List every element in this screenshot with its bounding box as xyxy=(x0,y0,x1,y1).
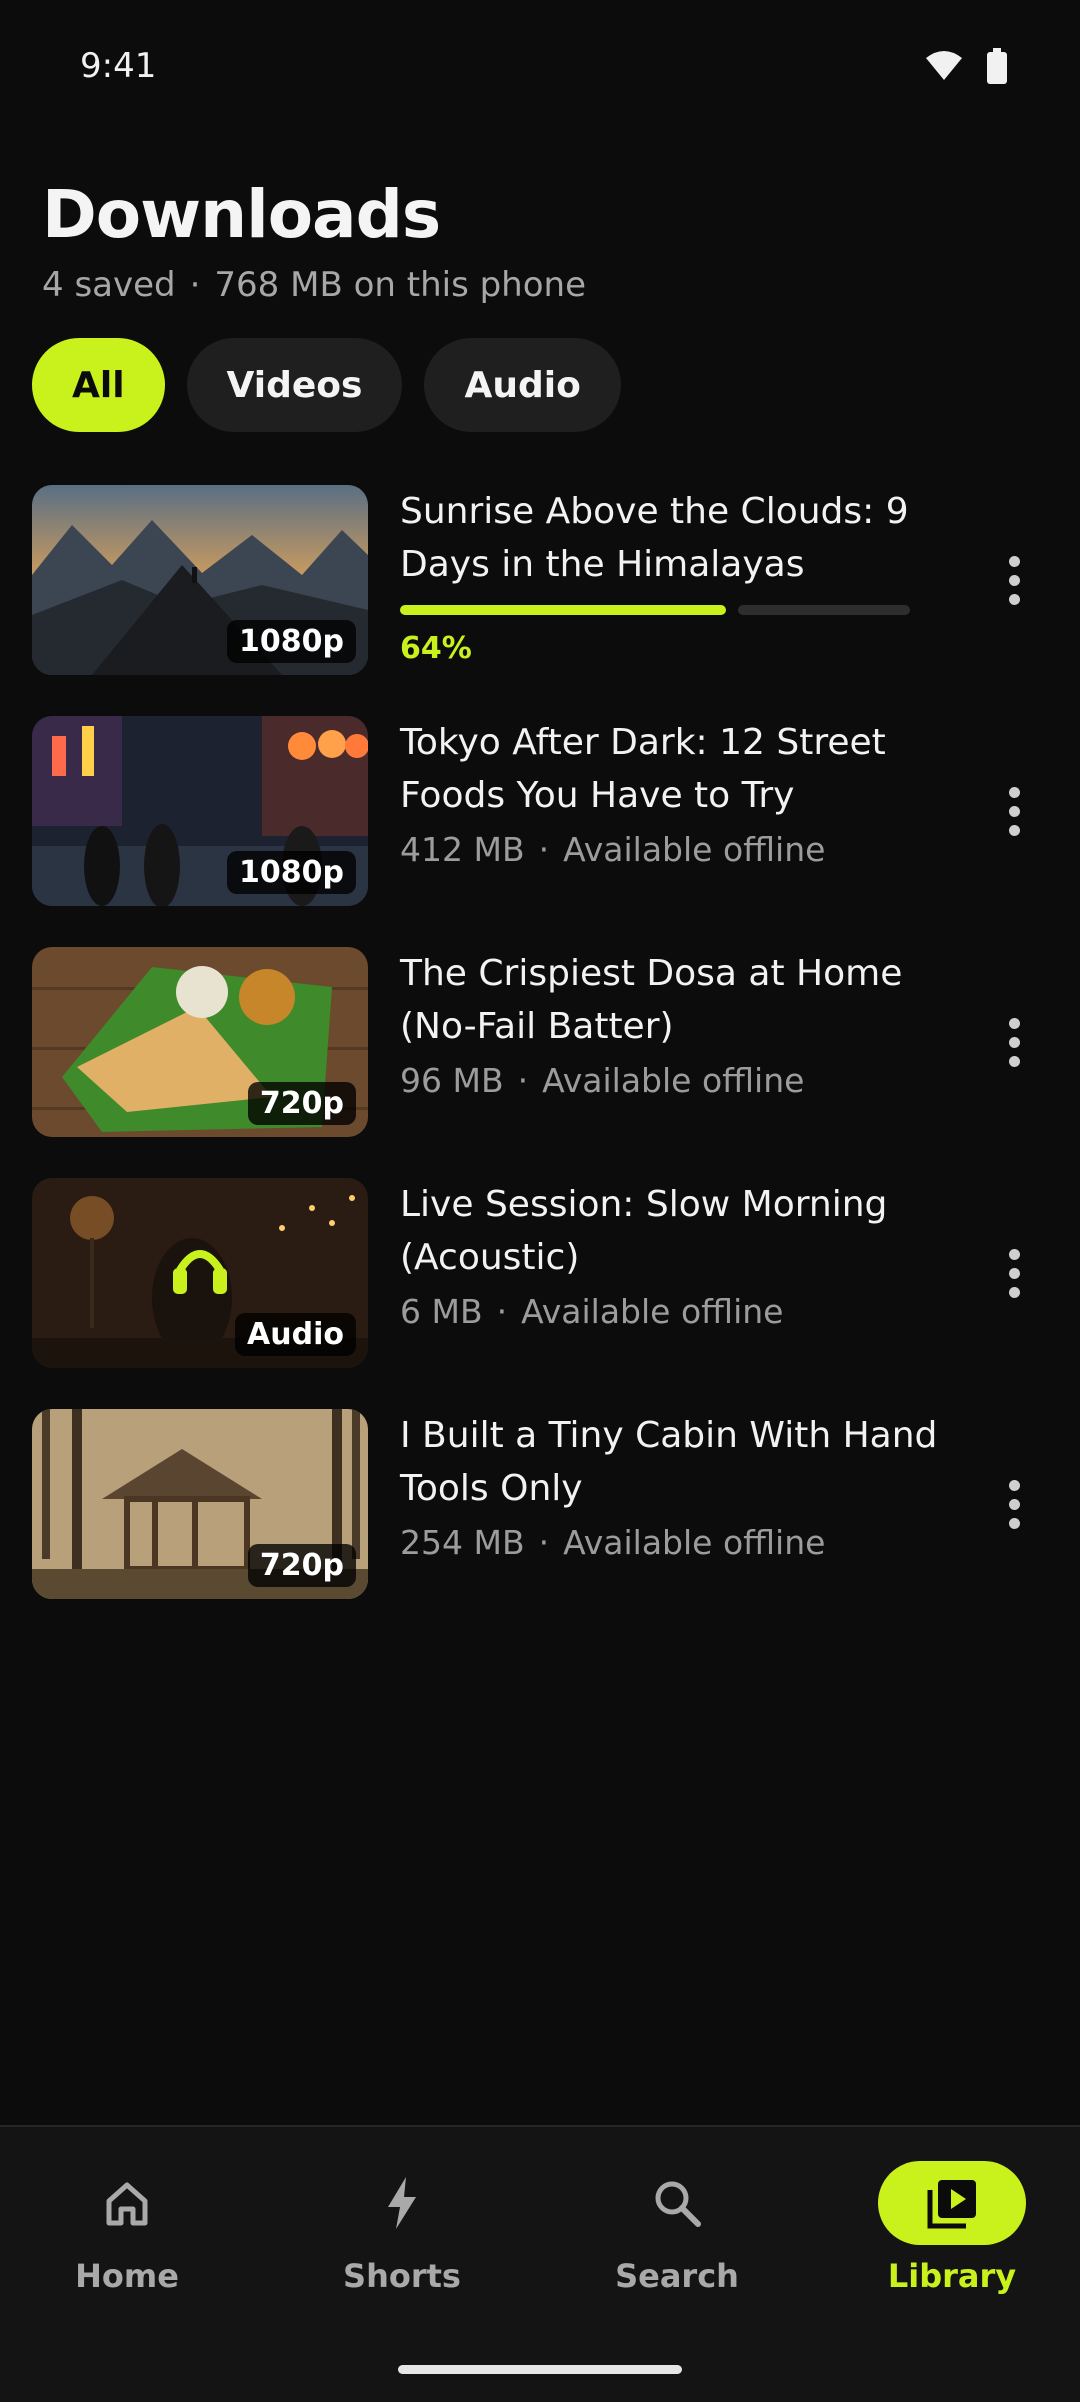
nav-label: Shorts xyxy=(343,2257,461,2295)
file-size: 96 MB xyxy=(400,1061,504,1100)
video-title: Tokyo After Dark: 12 Street Foods You Ha… xyxy=(400,722,886,816)
progress-track xyxy=(738,605,910,615)
more-options-button[interactable] xyxy=(994,545,1034,615)
more-options-button[interactable] xyxy=(994,1007,1034,1077)
video-thumbnail[interactable]: 1080p xyxy=(32,716,368,906)
search-icon xyxy=(655,2181,701,2227)
separator-dot: · xyxy=(189,265,201,305)
video-title: Live Session: Slow Morning (Acoustic) xyxy=(400,1184,888,1278)
item-info: The Crispiest Dosa at Home (No-Fail Batt… xyxy=(400,947,940,1100)
nav-item-search[interactable]: Search xyxy=(567,2157,787,2295)
download-item[interactable]: 720p I Built a Tiny Cabin With Hand Tool… xyxy=(0,1409,1080,1640)
downloads-list: 1080p Sunrise Above the Clouds: 9 Days i… xyxy=(0,485,1080,1640)
home-indicator xyxy=(398,2365,682,2374)
progress-fill xyxy=(400,605,726,615)
storage-used: 768 MB on this phone xyxy=(214,265,586,305)
saved-count: 4 saved xyxy=(42,265,176,305)
home-icon xyxy=(106,2182,148,2226)
video-thumbnail[interactable]: 1080p xyxy=(32,485,368,675)
item-info: Live Session: Slow Morning (Acoustic) 6 … xyxy=(400,1178,940,1331)
item-meta: 412 MB · Available offline xyxy=(400,830,940,869)
page-subtitle: 4 saved · 768 MB on this phone xyxy=(42,265,586,305)
video-thumbnail[interactable]: Audio xyxy=(32,1178,368,1368)
item-meta: 254 MB · Available offline xyxy=(400,1523,940,1562)
separator-dot: · xyxy=(496,1292,508,1331)
active-nav-indicator xyxy=(878,2161,1026,2245)
bottom-navigation: Home Shorts Search Library xyxy=(0,2125,1080,2402)
file-size: 412 MB xyxy=(400,830,525,869)
progress-percent: 64% xyxy=(400,631,472,666)
item-meta: 6 MB · Available offline xyxy=(400,1292,940,1331)
page-title: Downloads xyxy=(42,176,441,253)
quality-badge: 1080p xyxy=(227,620,356,663)
page-header: Downloads 4 saved · 768 MB on this phone xyxy=(42,176,586,305)
nav-item-library[interactable]: Library xyxy=(842,2157,1062,2295)
item-info: Sunrise Above the Clouds: 9 Days in the … xyxy=(400,485,940,666)
download-item[interactable]: 1080p Tokyo After Dark: 12 Street Foods … xyxy=(0,716,1080,947)
nav-item-shorts[interactable]: Shorts xyxy=(292,2157,512,2295)
download-progress-bar xyxy=(400,605,910,615)
file-size: 6 MB xyxy=(400,1292,483,1331)
more-options-button[interactable] xyxy=(994,776,1034,846)
item-info: I Built a Tiny Cabin With Hand Tools Onl… xyxy=(400,1409,940,1562)
more-options-button[interactable] xyxy=(994,1238,1034,1308)
filter-chips: All Videos Audio xyxy=(32,338,621,432)
item-info: Tokyo After Dark: 12 Street Foods You Ha… xyxy=(400,716,940,869)
nav-label: Library xyxy=(887,2257,1017,2295)
quality-badge: 720p xyxy=(247,1544,356,1587)
bolt-icon xyxy=(388,2177,416,2229)
file-size: 254 MB xyxy=(400,1523,525,1562)
video-thumbnail[interactable]: 720p xyxy=(32,1409,368,1599)
audio-badge: Audio xyxy=(235,1313,356,1356)
more-options-button[interactable] xyxy=(994,1469,1034,1539)
status-icons xyxy=(924,48,1008,84)
video-title: The Crispiest Dosa at Home (No-Fail Batt… xyxy=(400,953,903,1047)
status-bar: 9:41 xyxy=(0,0,1080,130)
filter-chip-all[interactable]: All xyxy=(32,338,165,432)
quality-badge: 720p xyxy=(247,1082,356,1125)
wifi-icon xyxy=(926,51,962,80)
item-meta: 96 MB · Available offline xyxy=(400,1061,940,1100)
offline-status: Available offline xyxy=(521,1292,784,1331)
download-item[interactable]: 720p The Crispiest Dosa at Home (No-Fail… xyxy=(0,947,1080,1178)
download-item[interactable]: Audio Live Session: Slow Morning (Acoust… xyxy=(0,1178,1080,1409)
separator-dot: · xyxy=(517,1061,529,1100)
quality-badge: 1080p xyxy=(227,851,356,894)
offline-status: Available offline xyxy=(563,1523,826,1562)
library-icon xyxy=(927,2180,976,2229)
video-thumbnail[interactable]: 720p xyxy=(32,947,368,1137)
nav-label: Home xyxy=(75,2257,179,2295)
separator-dot: · xyxy=(538,1523,550,1562)
battery-icon xyxy=(987,48,1007,84)
download-item[interactable]: 1080p Sunrise Above the Clouds: 9 Days i… xyxy=(0,485,1080,716)
filter-chip-audio[interactable]: Audio xyxy=(424,338,621,432)
separator-dot: · xyxy=(538,830,550,869)
status-time: 9:41 xyxy=(80,46,157,86)
video-title: Sunrise Above the Clouds: 9 Days in the … xyxy=(400,491,909,585)
offline-status: Available offline xyxy=(563,830,826,869)
video-title: I Built a Tiny Cabin With Hand Tools Onl… xyxy=(400,1415,938,1509)
filter-chip-videos[interactable]: Videos xyxy=(186,338,403,432)
nav-label: Search xyxy=(615,2257,739,2295)
nav-item-home[interactable]: Home xyxy=(17,2157,237,2295)
offline-status: Available offline xyxy=(542,1061,805,1100)
